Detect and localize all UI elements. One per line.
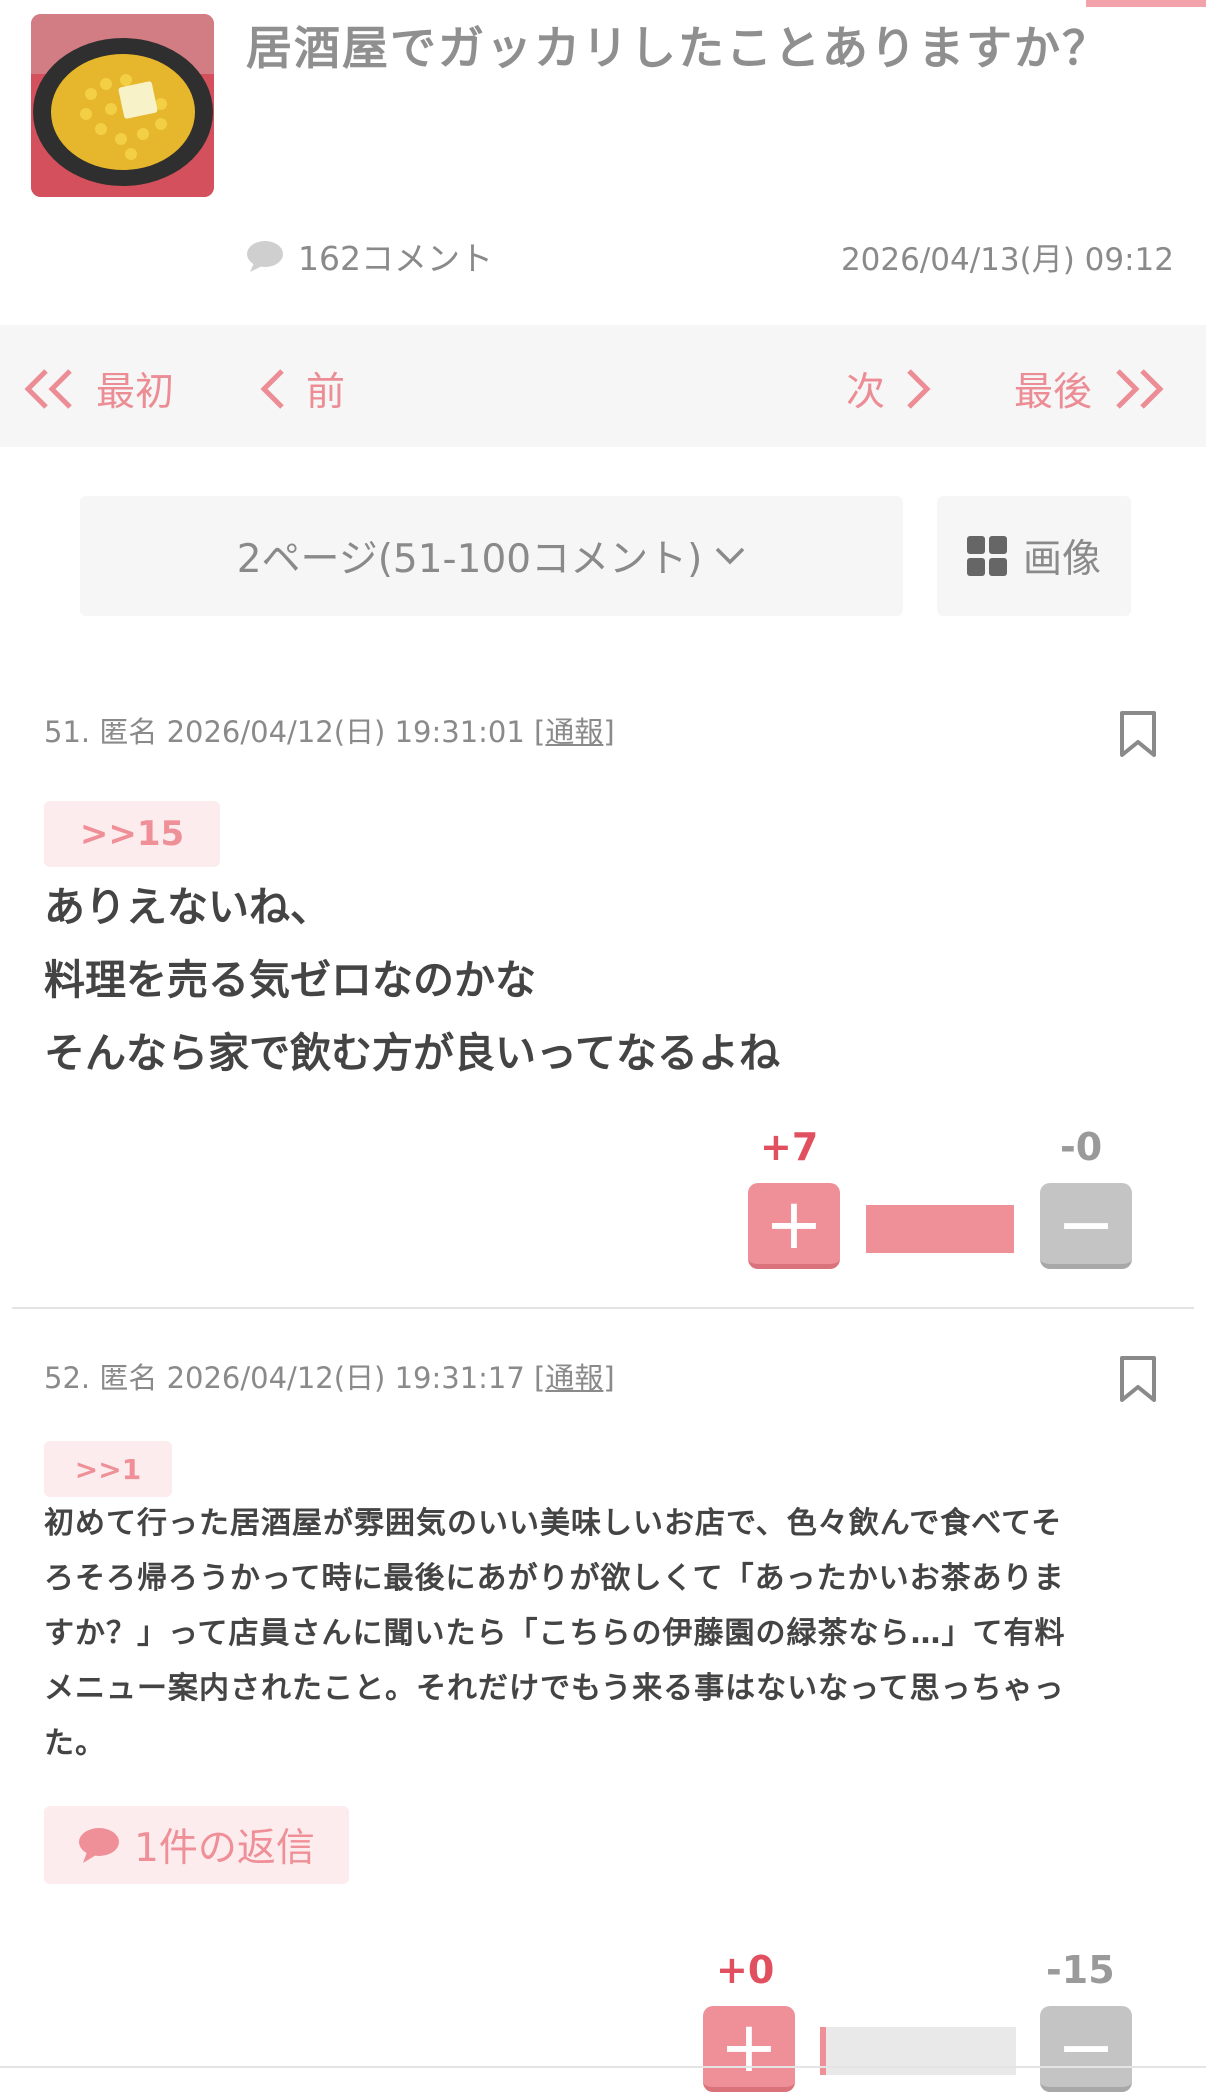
comment-body-line: 料理を売る気ゼロなのかな [44, 956, 536, 1004]
plus-count: +7 [760, 1125, 819, 1169]
pager-next[interactable]: 次 [846, 361, 933, 417]
bottom-divider [0, 2066, 1206, 2068]
chevron-right-icon [907, 369, 931, 409]
comment-count[interactable]: 162コメント [246, 232, 493, 280]
chevron-left-icon [260, 369, 284, 409]
top-accent-bar [1086, 0, 1206, 7]
comment-body: ありえないね、 料理を売る気ゼロなのかな そんなら家で飲む方が良いってなるよね [44, 871, 780, 1090]
report-link[interactable]: 通報 [545, 1361, 603, 1395]
comment-meta: 52. 匿名 2026/04/12(日) 19:31:17 [通報] [44, 1361, 615, 1395]
chevron-down-icon [716, 547, 745, 565]
comment-count-label: 162コメント [298, 239, 493, 278]
comment-datetime: 2026/04/12(日) 19:31:01 [166, 715, 525, 749]
pagination-bar: 最初 前 次 最後 [0, 325, 1206, 447]
comment-body-line: ろそろ帰ろうかって時に最後にあがりが欲しくて「あったかいお茶ありま [44, 1561, 1065, 1596]
plus-vote-button[interactable]: + [703, 2006, 795, 2092]
plus-count: +0 [716, 1948, 775, 1992]
anchor-link[interactable]: >>1 [44, 1441, 172, 1497]
minus-vote-button[interactable]: − [1040, 2006, 1132, 2092]
comment-author: 匿名 [99, 1361, 158, 1395]
comment-body-line: すか？」って店員さんに聞いたら「こちらの伊藤園の緑茶なら…」て有料 [44, 1616, 1066, 1651]
pager-first-label: 最初 [96, 370, 175, 415]
comment-body-line: ありえないね、 [44, 883, 331, 931]
comment-number: 52. [44, 1361, 91, 1395]
comment-bubble-icon [247, 241, 283, 272]
reply-count-label: 1件の返信 [134, 1826, 315, 1871]
comment-meta: 51. 匿名 2026/04/12(日) 19:31:01 [通報] [44, 715, 615, 749]
comment-number: 51. [44, 715, 91, 749]
comment-body-line: そんなら家で飲む方が良いってなるよね [44, 1029, 780, 1077]
comment-datetime: 2026/04/12(日) 19:31:17 [166, 1361, 525, 1395]
comment-body-line: メニュー案内されたこと。それだけでもう来る事はないなって思っちゃっ [44, 1671, 1065, 1706]
minus-count: -0 [1060, 1125, 1103, 1169]
pager-last[interactable]: 最後 [1014, 361, 1166, 417]
image-view-label: 画像 [1022, 537, 1101, 582]
report-link[interactable]: 通報 [545, 715, 603, 749]
page-select-label: 2ページ(51-100コメント) [236, 537, 703, 582]
pager-prev[interactable]: 前 [258, 361, 345, 417]
vote-ratio-bar [866, 1205, 1014, 1253]
pager-prev-label: 前 [306, 370, 346, 415]
topic-date: 2026/04/13(月) 09:12 [840, 242, 1174, 278]
topic-thumbnail[interactable] [31, 14, 214, 197]
pager-last-label: 最後 [1014, 370, 1093, 415]
minus-vote-button[interactable]: − [1040, 1183, 1132, 1269]
pager-next-label: 次 [846, 370, 886, 415]
double-chevron-right-icon [1116, 369, 1164, 409]
topic-title: 居酒屋でガッカリしたことありますか？ [246, 21, 1110, 75]
plus-vote-button[interactable]: + [748, 1183, 840, 1269]
comment-body-line: 初めて行った居酒屋が雰囲気のいい美味しいお店で、色々飲んで食べてそ [44, 1506, 1063, 1541]
pager-first[interactable]: 最初 [22, 361, 174, 417]
minus-count: -15 [1046, 1948, 1115, 1992]
reply-count-button[interactable]: 1件の返信 [44, 1806, 349, 1884]
comment-bubble-icon [79, 1828, 120, 1863]
bookmark-icon[interactable] [1119, 1355, 1157, 1403]
comment-divider [12, 1307, 1194, 1309]
bookmark-icon[interactable] [1119, 710, 1157, 758]
anchor-link[interactable]: >>15 [44, 801, 220, 867]
vote-ratio-fill [866, 1205, 1014, 1253]
comment-body-line: た。 [44, 1726, 106, 1761]
comment-author: 匿名 [99, 715, 158, 749]
page-select-dropdown[interactable]: 2ページ(51-100コメント) [80, 496, 903, 616]
comment-body: 初めて行った居酒屋が雰囲気のいい美味しいお店で、色々飲んで食べてそ ろそろ帰ろう… [44, 1496, 1174, 1771]
double-chevron-left-icon [24, 369, 72, 409]
grid-icon [966, 536, 1007, 576]
image-view-button[interactable]: 画像 [937, 496, 1131, 616]
